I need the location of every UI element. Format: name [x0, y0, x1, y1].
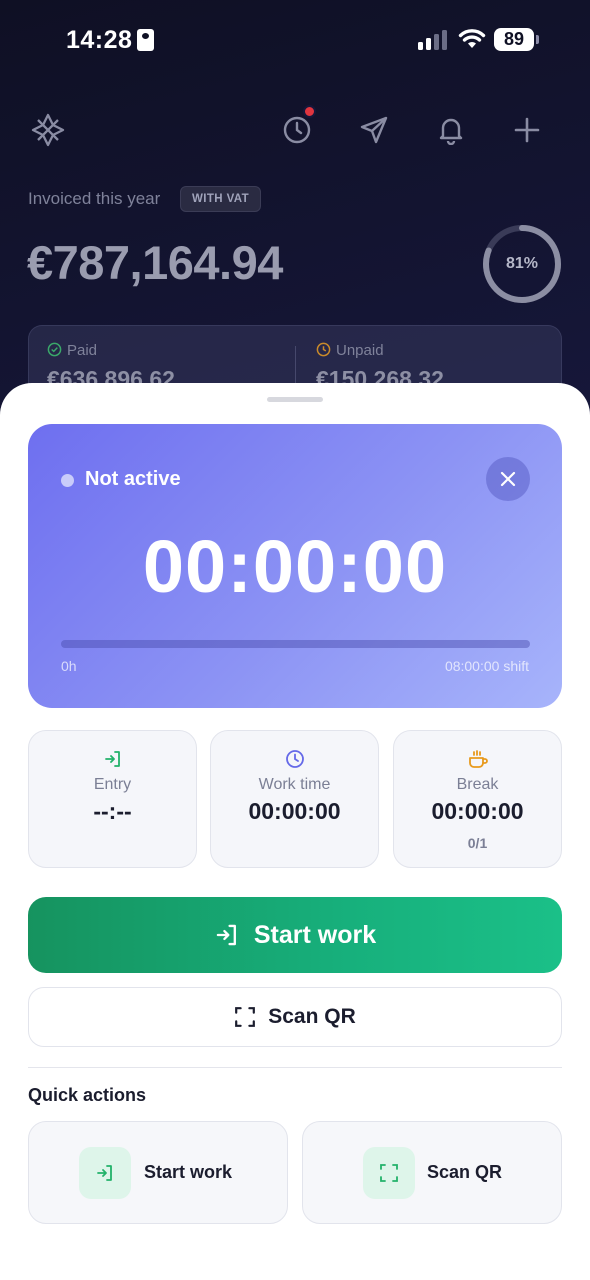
stat-break: Break 00:00:00 0/1: [393, 730, 562, 868]
scan-qr-label: Scan QR: [268, 1005, 356, 1028]
paid-label: Paid: [47, 342, 97, 359]
clock-icon: [285, 750, 304, 768]
logo-icon[interactable]: [26, 108, 70, 152]
stat-work-time: Work time 00:00:00: [210, 730, 379, 868]
enter-icon: [97, 1165, 112, 1181]
stat-label: Work time: [258, 776, 331, 793]
notification-dot: [303, 105, 316, 118]
break-count: 0/1: [467, 835, 488, 851]
scan-qr-button[interactable]: Scan QR: [28, 987, 562, 1047]
stat-value: 00:00:00: [431, 798, 524, 824]
quick-action-label: Scan QR: [427, 1162, 503, 1182]
unpaid-label-text: Unpaid: [336, 342, 384, 359]
timer-display: 00:00:00: [142, 525, 448, 608]
invoiced-label: Invoiced this year: [28, 189, 161, 208]
battery-tip: [536, 35, 539, 44]
top-toolbar: [0, 105, 590, 152]
progress-ring-label: 81%: [505, 255, 539, 272]
start-work-button[interactable]: Start work: [28, 897, 562, 973]
vat-badge: WITH VAT: [180, 186, 262, 212]
status-time: 14:28: [66, 26, 133, 54]
quick-action-start-work[interactable]: Start work: [28, 1121, 288, 1224]
close-icon: [500, 471, 516, 487]
wifi-icon: [458, 29, 486, 48]
timer-status: Not active: [85, 468, 181, 490]
paid-unpaid-divider: [295, 346, 296, 386]
bell-icon[interactable]: [429, 108, 473, 152]
clock-outline-icon: [316, 342, 331, 357]
stat-entry: Entry --:--: [28, 730, 197, 868]
stat-value: 00:00:00: [248, 798, 341, 824]
status-bar: 14:28 89: [0, 0, 590, 80]
stat-label: Entry: [93, 776, 132, 793]
scan-icon: [235, 1007, 256, 1027]
progress-shift-label: 08:00:00 shift: [444, 658, 529, 674]
coffee-icon: [468, 750, 488, 768]
enter-icon: [104, 751, 120, 767]
history-icon[interactable]: [275, 105, 319, 152]
quick-action-label: Start work: [144, 1162, 233, 1182]
enter-icon: [216, 924, 236, 946]
section-divider: [28, 1067, 562, 1068]
signal-icon: [418, 30, 447, 50]
start-work-label: Start work: [253, 920, 377, 949]
battery-indicator: 89: [494, 28, 534, 51]
invoiced-amount: €787,164.94: [27, 236, 283, 289]
progress-start-label: 0h: [61, 658, 77, 674]
scan-icon: [380, 1164, 398, 1182]
unpaid-label: Unpaid: [316, 342, 384, 359]
paid-label-text: Paid: [67, 342, 98, 359]
sheet-drag-handle[interactable]: [267, 397, 323, 402]
stat-value: --:--: [93, 798, 132, 824]
quick-action-scan-qr[interactable]: Scan QR: [302, 1121, 562, 1224]
plus-icon[interactable]: [505, 108, 549, 152]
status-indicator-dot: [61, 474, 74, 487]
shift-progress-bar: [61, 640, 530, 648]
close-button[interactable]: [486, 457, 530, 501]
stat-label: Break: [456, 776, 499, 793]
quick-actions-title: Quick actions: [28, 1085, 147, 1105]
send-icon[interactable]: [352, 108, 396, 152]
contact-card-icon: [137, 29, 154, 51]
check-circle-icon: [47, 342, 62, 357]
